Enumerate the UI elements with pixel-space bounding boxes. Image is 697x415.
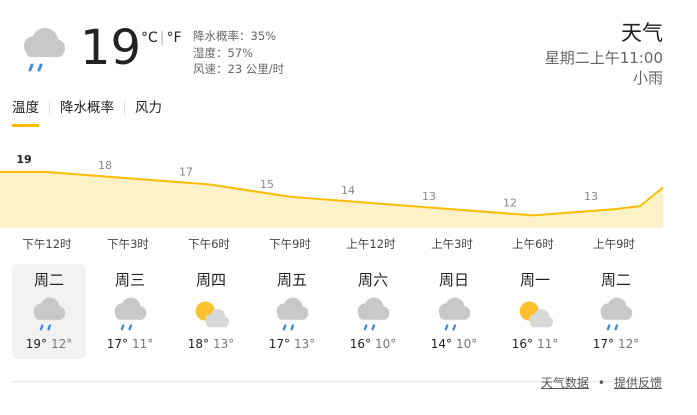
weather-title: 天气	[621, 21, 663, 45]
low-temp: 10°	[375, 337, 397, 351]
current-condition: 小雨	[632, 69, 663, 87]
day-name: 周六	[357, 271, 388, 289]
day-forecast-item[interactable]: 周二 19° 12°	[12, 264, 86, 359]
low-temp: 13°	[294, 337, 316, 351]
partly-sunny-icon	[519, 301, 554, 328]
high-temp: 16°	[349, 337, 371, 351]
day-temperatures: 17° 12°	[579, 337, 653, 351]
day-name: 周二	[33, 271, 64, 289]
day-name: 周二	[600, 271, 631, 289]
temp-data-label: 13	[584, 190, 598, 203]
temp-data-label: 17	[179, 165, 193, 178]
footer-separator: •	[597, 376, 605, 390]
day-name: 周日	[438, 271, 469, 289]
hour-tick-label: 下午6时	[188, 237, 230, 251]
temp-data-label: 15	[260, 178, 274, 191]
temp-data-label: 14	[341, 184, 355, 197]
low-temp: 13°	[213, 337, 235, 351]
day-forecast-item[interactable]: 周三 17° 11°	[93, 264, 167, 359]
cloud-rain-icon	[276, 297, 309, 331]
cloud-rain-icon	[357, 297, 390, 331]
hour-tick-label: 下午9时	[269, 237, 311, 251]
hour-tick-label: 下午12时	[22, 237, 72, 251]
high-temp: 16°	[511, 337, 533, 351]
cloud-rain-icon	[24, 28, 65, 72]
temperature-chart: 19 18 17 15 14 13 12 13	[0, 153, 664, 228]
day-name: 周四	[195, 271, 226, 289]
daily-forecast: 周二 19° 12° 周三 17° 11° 周四 18° 13° 周五 17° 13° 周六 16° 10°…	[12, 264, 662, 359]
tab-precipitation[interactable]: 降水概率	[60, 99, 114, 127]
tab-divider	[124, 101, 125, 115]
temp-data-label: 18	[98, 159, 112, 172]
day-temperatures: 16° 11°	[498, 337, 572, 351]
wind-text: 风速：23 公里/时	[193, 62, 285, 76]
day-name: 周一	[519, 271, 550, 289]
low-temp: 10°	[456, 337, 478, 351]
low-temp: 12°	[618, 337, 640, 351]
hour-tick-label: 上午3时	[431, 237, 473, 251]
temp-data-label: 13	[422, 190, 436, 203]
day-forecast-item[interactable]: 周二 17° 12°	[579, 264, 653, 359]
current-temperature: 19	[80, 20, 142, 76]
tab-bar: 温度 降水概率 风力	[12, 99, 176, 127]
partly-sunny-icon	[195, 301, 230, 328]
day-temperatures: 14° 10°	[417, 337, 491, 351]
current-weather-panel: 19 °C | °F 降水概率：35% 湿度：57% 风速：23 公里/时 天气 星…	[0, 0, 697, 92]
unit-toggle: °C | °F	[141, 30, 182, 46]
day-name: 周五	[276, 271, 307, 289]
day-forecast-item[interactable]: 周五 17° 13°	[255, 264, 329, 359]
temp-data-label: 19	[16, 153, 31, 166]
hour-tick-label: 下午3时	[107, 237, 149, 251]
cloud-rain-icon	[600, 297, 633, 331]
high-temp: 17°	[106, 337, 128, 351]
humidity-text: 湿度：57%	[193, 45, 254, 60]
day-forecast-item[interactable]: 周四 18° 13°	[174, 264, 248, 359]
day-temperatures: 17° 11°	[93, 337, 167, 351]
high-temp: 17°	[592, 337, 614, 351]
hour-tick-label: 上午12时	[346, 237, 396, 251]
day-temperatures: 17° 13°	[255, 337, 329, 351]
unit-separator: |	[159, 30, 165, 46]
footer-links: 天气数据 • 提供反馈	[541, 374, 662, 391]
tab-temperature[interactable]: 温度	[12, 99, 39, 127]
high-temp: 18°	[187, 337, 209, 351]
cloud-rain-icon	[114, 297, 147, 331]
low-temp: 12°	[51, 337, 73, 351]
fahrenheit-button[interactable]: °F	[167, 30, 182, 46]
hour-axis: 下午12时 下午3时 下午6时 下午9时 上午12时 上午3时 上午6时 上午9时	[0, 236, 697, 254]
cloud-rain-icon	[438, 297, 471, 331]
current-datetime: 星期二上午11:00	[544, 49, 663, 67]
day-name: 周三	[114, 271, 145, 289]
feedback-link[interactable]: 提供反馈	[614, 376, 662, 390]
weather-data-link[interactable]: 天气数据	[541, 376, 589, 390]
high-temp: 19°	[25, 337, 47, 351]
day-temperatures: 16° 10°	[336, 337, 410, 351]
tab-divider	[49, 101, 50, 115]
low-temp: 11°	[132, 337, 154, 351]
day-temperatures: 18° 13°	[174, 337, 248, 351]
low-temp: 11°	[537, 337, 559, 351]
precipitation-text: 降水概率：35%	[193, 29, 277, 43]
high-temp: 17°	[268, 337, 290, 351]
temp-data-label: 12	[503, 196, 517, 209]
weather-details: 降水概率：35% 湿度：57% 风速：23 公里/时	[193, 28, 284, 78]
hour-tick-label: 上午9时	[593, 237, 635, 251]
cloud-rain-icon	[33, 297, 66, 331]
high-temp: 14°	[430, 337, 452, 351]
day-forecast-item[interactable]: 周一 16° 11°	[498, 264, 572, 359]
hour-tick-label: 上午6时	[512, 237, 554, 251]
celsius-button[interactable]: °C	[141, 30, 158, 46]
day-temperatures: 19° 12°	[12, 337, 86, 351]
day-forecast-item[interactable]: 周日 14° 10°	[417, 264, 491, 359]
day-forecast-item[interactable]: 周六 16° 10°	[336, 264, 410, 359]
tab-wind[interactable]: 风力	[135, 99, 162, 127]
location-info: 天气 星期二上午11:00 小雨	[545, 18, 663, 88]
